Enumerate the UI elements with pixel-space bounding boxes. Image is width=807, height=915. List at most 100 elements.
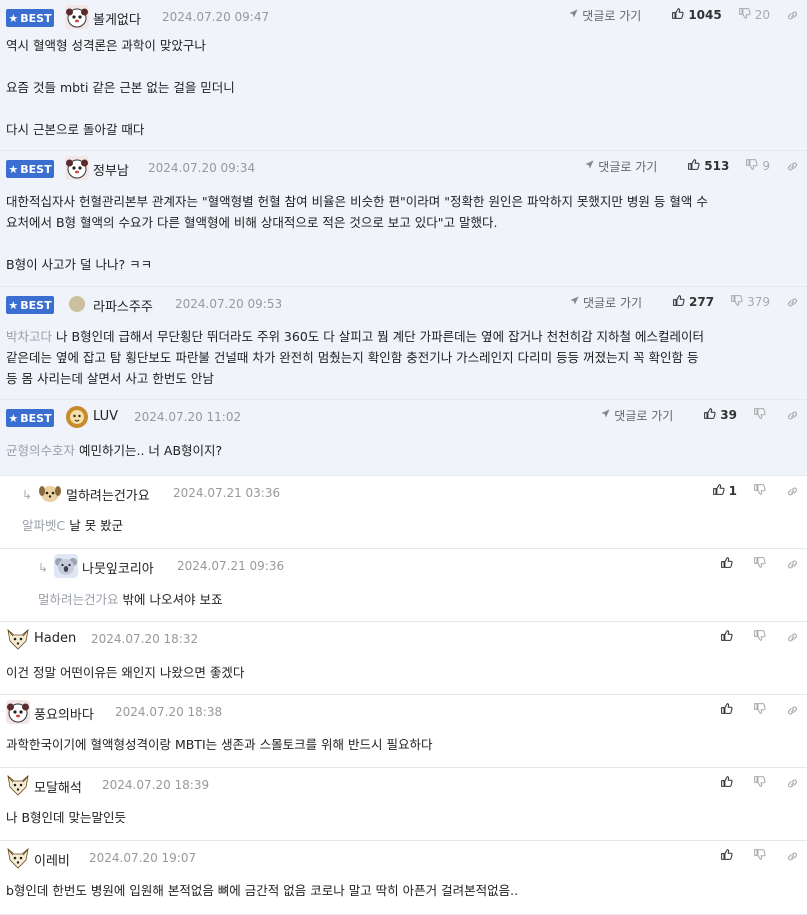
comment-date: 2024.07.20 18:39 — [102, 778, 210, 792]
comment-line: 알파벳C 날 못 봤군 — [22, 515, 799, 536]
nickname[interactable]: 볼게없다 — [93, 9, 141, 28]
downvote-button[interactable] — [753, 629, 770, 645]
star-icon: ★ — [8, 162, 19, 176]
thumbs-down-icon — [753, 775, 766, 791]
link-icon[interactable] — [786, 558, 799, 571]
upvote-button[interactable] — [720, 702, 737, 718]
comment-item: 풍요의바다 2024.07.20 18:38 과학한국이기에 혈액형성격이랑 MBT… — [0, 695, 807, 768]
comment-date: 2024.07.20 19:07 — [89, 851, 197, 865]
comment-text: B형이 사고가 덜 나나? ㅋㅋ — [6, 257, 153, 272]
thumbs-up-icon — [720, 775, 733, 791]
thumbs-up-icon — [720, 848, 733, 864]
upvote-button[interactable] — [720, 629, 737, 645]
comment-item: ↳ 멀하려는건가요 2024.07.21 03:36 1 알파벳C 날 못 봤군 — [0, 476, 807, 549]
avatar-icon[interactable] — [65, 405, 89, 429]
comment-date: 2024.07.20 09:34 — [148, 161, 256, 175]
downvote-button[interactable]: 9 — [745, 158, 770, 174]
upvote-count: 513 — [704, 159, 730, 173]
upvote-button[interactable]: 1 — [712, 483, 737, 499]
mention-tag[interactable]: 균형의수호자 — [6, 443, 75, 458]
thumbs-up-icon — [672, 294, 685, 310]
downvote-button[interactable] — [753, 483, 770, 499]
avatar-icon[interactable] — [6, 846, 30, 870]
comment-text: 밖에 나오셔야 보죠 — [122, 592, 223, 607]
link-icon[interactable] — [786, 160, 799, 173]
link-icon[interactable] — [786, 777, 799, 790]
thumbs-up-icon — [720, 702, 733, 718]
thumbs-down-icon — [753, 629, 766, 645]
mention-tag[interactable]: 멀하려는건가요 — [38, 592, 119, 607]
avatar-icon[interactable] — [6, 627, 30, 651]
thumbs-up-icon — [671, 7, 684, 23]
link-icon[interactable] — [786, 631, 799, 644]
comment-line: 요즘 것들 mbti 같은 근본 없는 걸을 믿더니 — [6, 77, 799, 98]
comment-item: ★ BEST 라파스주주 2024.07.20 09:53 댓글로 가기 277 379 박차… — [0, 287, 807, 400]
link-icon[interactable] — [786, 850, 799, 863]
comment-date: 2024.07.20 09:53 — [175, 297, 283, 311]
comment-item: ★ BEST LUV 2024.07.20 11:02 댓글로 가기 39 균형의수호자 예민… — [0, 400, 807, 476]
comment-text: b형인데 한번도 병원에 입원해 본적없음 뼈에 금간적 없음 코로나 말고 딱… — [6, 883, 519, 898]
thumbs-up-icon — [720, 629, 733, 645]
downvote-button[interactable] — [753, 702, 770, 718]
nickname[interactable]: 모달해석 — [34, 777, 82, 796]
link-icon[interactable] — [786, 296, 799, 309]
comment-text: 요즘 것들 mbti 같은 근본 없는 걸을 믿더니 — [6, 80, 235, 95]
mention-tag[interactable]: 알파벳C — [22, 518, 65, 533]
downvote-button[interactable] — [753, 775, 770, 791]
downvote-button[interactable]: 20 — [738, 7, 770, 23]
reply-arrow-icon: ↳ — [22, 488, 33, 502]
comment-item: Haden 2024.07.20 18:32 이건 정말 어떤이유든 왜인지 나왔으… — [0, 622, 807, 695]
upvote-button[interactable] — [720, 775, 737, 791]
avatar-icon[interactable] — [6, 773, 30, 797]
link-icon[interactable] — [786, 409, 799, 422]
comment-text: 예민하기는.. 너 AB형이지? — [79, 443, 223, 458]
avatar-icon[interactable] — [65, 5, 89, 29]
upvote-count: 277 — [689, 295, 715, 309]
comment-line: 등 몸 사리는데 살면서 사고 한번도 안남 — [6, 368, 799, 389]
comment-body: 이건 정말 어떤이유든 왜인지 나왔으면 좋겠다 — [6, 662, 799, 683]
upvote-button[interactable] — [720, 848, 737, 864]
avatar-icon[interactable] — [6, 700, 30, 724]
nickname[interactable]: 이레비 — [34, 850, 70, 869]
comment-actions — [704, 628, 799, 646]
link-icon[interactable] — [786, 485, 799, 498]
link-icon[interactable] — [786, 9, 799, 22]
nickname[interactable]: 멀하려는건가요 — [66, 485, 150, 504]
downvote-button[interactable] — [753, 848, 770, 864]
goto-label: 댓글로 가기 — [582, 8, 642, 23]
avatar-icon[interactable] — [65, 292, 89, 316]
upvote-button[interactable]: 277 — [672, 294, 714, 310]
goto-comment-link[interactable]: 댓글로 가기 — [568, 7, 641, 24]
avatar-icon[interactable] — [54, 554, 78, 578]
nickname[interactable]: 라파스주주 — [93, 296, 153, 315]
avatar-icon[interactable] — [65, 156, 89, 180]
nickname[interactable]: Haden — [34, 631, 76, 646]
goto-comment-link[interactable]: 댓글로 가기 — [584, 158, 657, 175]
comment-line: 나 B형인데 맞는말인듯 — [6, 807, 799, 828]
nickname[interactable]: LUV — [93, 409, 118, 424]
mention-tag[interactable]: 박차고다 — [6, 329, 52, 344]
upvote-button[interactable]: 39 — [703, 407, 737, 423]
comment-text: 대한적십자사 헌혈관리본부 관계자는 "혈액형별 헌혈 참여 비율은 비슷한 편… — [6, 194, 708, 209]
comment-header: ★ BEST LUV 2024.07.20 11:02 댓글로 가기 39 — [0, 400, 807, 434]
nickname[interactable]: 정부남 — [93, 160, 129, 179]
link-icon[interactable] — [786, 704, 799, 717]
downvote-button[interactable]: 379 — [730, 294, 770, 310]
downvote-button[interactable] — [753, 407, 770, 423]
star-icon: ★ — [8, 11, 19, 25]
upvote-button[interactable]: 513 — [687, 158, 729, 174]
comment-actions: 댓글로 가기 39 — [600, 406, 799, 424]
downvote-button[interactable] — [753, 556, 770, 572]
comment-item: ★ BEST 정부남 2024.07.20 09:34 댓글로 가기 513 9 대한적십자사… — [0, 151, 807, 287]
nickname[interactable]: 풍요의바다 — [34, 704, 94, 723]
thumbs-down-icon — [730, 294, 743, 310]
avatar-icon[interactable] — [38, 481, 62, 505]
goto-label: 댓글로 가기 — [614, 408, 674, 423]
upvote-button[interactable]: 1045 — [671, 7, 722, 23]
goto-comment-link[interactable]: 댓글로 가기 — [600, 407, 673, 424]
nickname[interactable]: 나뭇잎코리아 — [82, 558, 154, 577]
goto-comment-link[interactable]: 댓글로 가기 — [569, 294, 642, 311]
thumbs-down-icon — [753, 483, 766, 499]
goto-label: 댓글로 가기 — [598, 159, 658, 174]
upvote-button[interactable] — [720, 556, 737, 572]
